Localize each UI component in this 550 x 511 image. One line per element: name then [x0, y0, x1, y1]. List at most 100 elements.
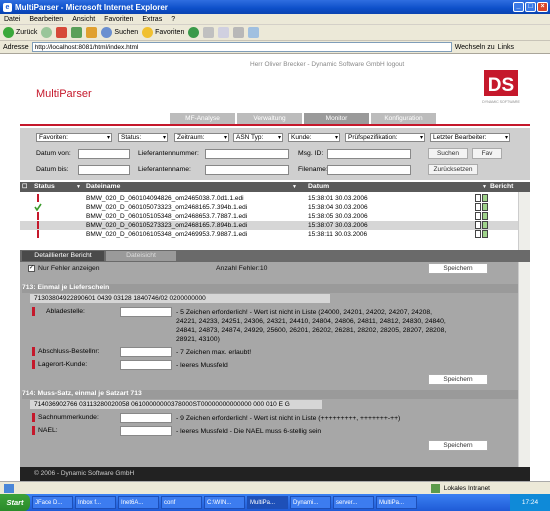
- taskbar-item[interactable]: conf: [161, 496, 202, 509]
- column-status[interactable]: Status: [34, 183, 55, 190]
- links-button[interactable]: Links: [498, 44, 514, 51]
- sort-icon[interactable]: ▼: [76, 184, 81, 190]
- history-button[interactable]: [203, 27, 215, 38]
- select-all-icon[interactable]: ☐: [22, 183, 27, 190]
- datum-bis-input[interactable]: [78, 165, 130, 175]
- lieferantenname-label: Lieferantenname:: [138, 166, 191, 173]
- search-button-page[interactable]: Suchen: [428, 148, 468, 159]
- sort-icon[interactable]: ▼: [292, 184, 297, 190]
- start-button[interactable]: Start: [0, 494, 30, 511]
- maximize-button[interactable]: □: [525, 2, 536, 12]
- report-icon[interactable]: [475, 194, 489, 202]
- pruefspezifikation-select[interactable]: Prüfspezifikation:: [345, 133, 425, 142]
- zeitraum-select[interactable]: Zeitraum:: [174, 133, 229, 142]
- lieferantenname-input[interactable]: [205, 165, 289, 175]
- filename-input[interactable]: [327, 165, 411, 175]
- taskbar-item[interactable]: C:\WIN...: [204, 496, 245, 509]
- edit-button[interactable]: [248, 27, 260, 38]
- column-datum[interactable]: Datum: [308, 183, 329, 190]
- column-bericht[interactable]: Bericht: [490, 183, 513, 190]
- menu-extras[interactable]: Extras: [142, 16, 162, 23]
- file-date: 15:38:04 30.03.2006: [308, 204, 368, 211]
- file-name: BMW_020_D_060105273323_om2468165.7.894b.…: [86, 222, 248, 229]
- home-button[interactable]: [86, 27, 98, 38]
- back-button[interactable]: Zurück: [3, 27, 37, 38]
- taskbar-item[interactable]: JFace D...: [32, 496, 73, 509]
- tab-dateisicht[interactable]: Dateisicht: [106, 251, 176, 261]
- menu-bearbeiten[interactable]: Bearbeiten: [29, 16, 63, 23]
- taskbar-item[interactable]: server...: [333, 496, 374, 509]
- menu-ansicht[interactable]: Ansicht: [72, 16, 95, 23]
- mail-button[interactable]: [218, 27, 230, 38]
- favoriten-select[interactable]: Favoriten:: [36, 133, 112, 142]
- field-value-input[interactable]: [120, 307, 172, 317]
- report-icon[interactable]: [475, 212, 489, 220]
- tab-verwaltung[interactable]: Verwaltung: [237, 113, 302, 124]
- file-name: BMW_020_D_060104094826_om2465038.7.0d1.1…: [86, 195, 244, 202]
- stop-button[interactable]: [56, 27, 68, 38]
- report-icon[interactable]: [475, 230, 489, 238]
- detail-content: ✓ Nur Fehler anzeigen Anzahl Fehler:10 S…: [20, 262, 518, 467]
- menu-datei[interactable]: Datei: [4, 16, 20, 23]
- report-icon[interactable]: [475, 221, 489, 229]
- tab-mf-analyse[interactable]: MF-Analyse: [170, 113, 235, 124]
- taskbar-item[interactable]: Inet6A...: [118, 496, 159, 509]
- menu-help[interactable]: ?: [171, 16, 175, 23]
- app-title: MultiParser: [36, 88, 92, 100]
- fav-button[interactable]: Fav: [472, 148, 502, 159]
- only-errors-checkbox[interactable]: ✓: [28, 265, 35, 272]
- datum-von-input[interactable]: [78, 149, 130, 159]
- error-count: Anzahl Fehler:10: [216, 265, 268, 272]
- taskbar-item[interactable]: MultiPa...: [247, 496, 288, 509]
- save-button[interactable]: Speichern: [428, 263, 488, 274]
- table-row[interactable]: BMW_020_D_060104094826_om2465038.7.0d1.1…: [20, 194, 518, 203]
- taskbar-item[interactable]: Inbox f...: [75, 496, 116, 509]
- field-value-input[interactable]: [120, 426, 172, 436]
- home-icon: [86, 27, 98, 38]
- file-list-scrollbar[interactable]: [518, 192, 530, 250]
- close-button[interactable]: ×: [537, 2, 548, 12]
- field-value-input[interactable]: [120, 360, 172, 370]
- table-row[interactable]: BMW_020_D_060105105348_om2468653.7.7887.…: [20, 212, 518, 221]
- forward-button[interactable]: [41, 27, 53, 38]
- error-flag-icon: [30, 347, 37, 356]
- table-row[interactable]: BMW_020_D_060106105348_om2469953.7.9887.…: [20, 230, 518, 239]
- report-icon[interactable]: [475, 203, 489, 211]
- search-button[interactable]: Suchen: [101, 27, 138, 38]
- address-input[interactable]: http://localhost:8081/html/index.html: [31, 42, 452, 52]
- kunde-select[interactable]: Kunde:: [288, 133, 340, 142]
- asn-typ-select[interactable]: ASN Typ:: [233, 133, 283, 142]
- user-line: Herr Oliver Brecker - Dynamic Software G…: [250, 61, 405, 68]
- filename-label: Filename:: [298, 166, 328, 173]
- letzter-bearbeiter-select[interactable]: Letzter Bearbeiter:: [430, 133, 510, 142]
- minimize-button[interactable]: _: [513, 2, 524, 12]
- reset-button[interactable]: Zurücksetzen: [428, 164, 478, 175]
- tab-konfiguration[interactable]: Konfiguration: [371, 113, 436, 124]
- save-button[interactable]: Speichern: [428, 440, 488, 451]
- file-list-header: ☐ Status ▼ Dateiname ▼ Datum ▼ Bericht: [20, 182, 530, 192]
- favorites-button[interactable]: Favoriten: [142, 27, 184, 38]
- tab-detaillierter-bericht[interactable]: Detaillierter Bericht: [22, 251, 104, 261]
- field-value-input[interactable]: [120, 347, 172, 357]
- column-dateiname[interactable]: Dateiname: [86, 183, 120, 190]
- detail-scrollbar[interactable]: [518, 262, 530, 467]
- sort-icon[interactable]: ▼: [482, 184, 487, 190]
- field-value-input[interactable]: [120, 413, 172, 423]
- save-button[interactable]: Speichern: [428, 374, 488, 385]
- go-button[interactable]: Wechseln zu: [455, 44, 495, 51]
- menu-favoriten[interactable]: Favoriten: [104, 16, 133, 23]
- refresh-button[interactable]: [71, 27, 83, 38]
- status-select[interactable]: Status:: [118, 133, 168, 142]
- msg-id-input[interactable]: [327, 149, 411, 159]
- address-label: Adresse: [3, 43, 29, 51]
- table-row[interactable]: BMW_020_D_060105073323_om2468165.7.394b.…: [20, 203, 518, 212]
- media-button[interactable]: [188, 27, 200, 38]
- print-button[interactable]: [233, 27, 245, 38]
- table-row[interactable]: BMW_020_D_060105273323_om2468165.7.894b.…: [20, 221, 518, 230]
- tab-monitor[interactable]: Monitor: [304, 113, 369, 124]
- taskbar-item[interactable]: Dynami...: [290, 496, 331, 509]
- lieferantennummer-input[interactable]: [205, 149, 289, 159]
- taskbar-item[interactable]: MultiPa...: [376, 496, 417, 509]
- file-date: 15:38:11 30.03.2006: [308, 231, 368, 238]
- browser-toolbar: Zurück Suchen Favoriten: [0, 25, 550, 41]
